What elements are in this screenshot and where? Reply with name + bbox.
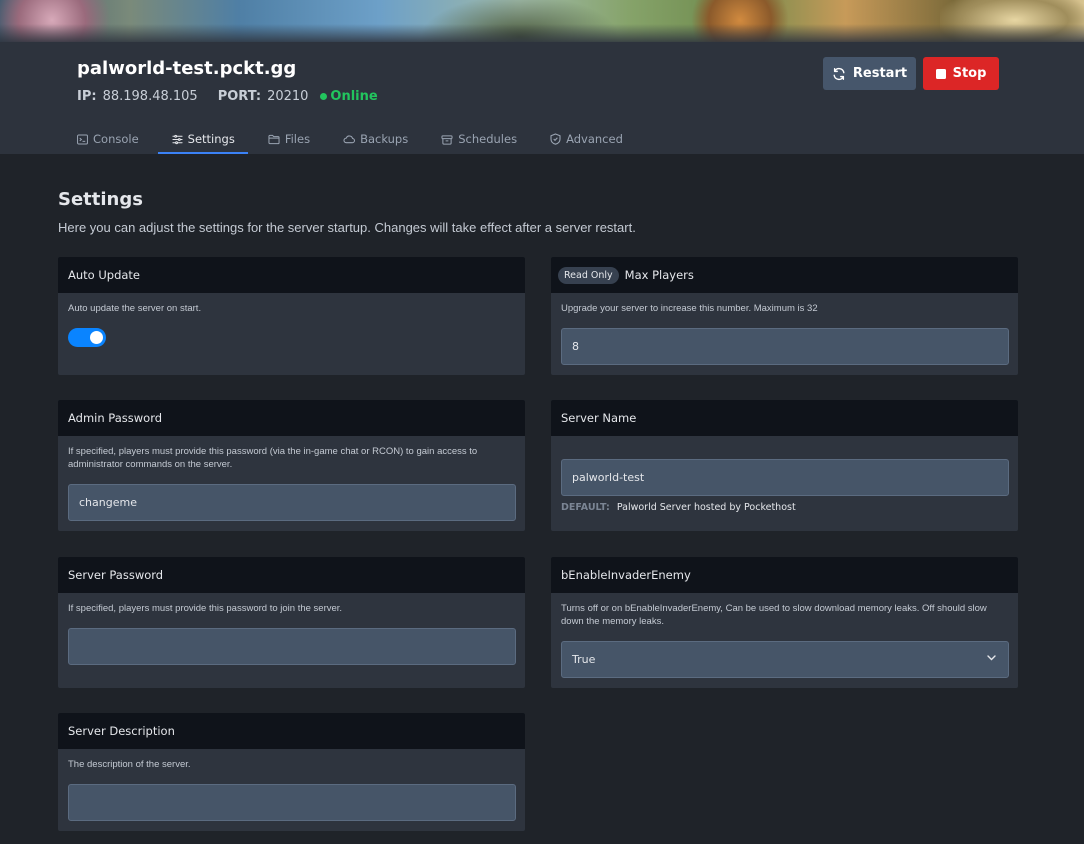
restart-button[interactable]: Restart	[823, 57, 916, 90]
sliders-icon	[172, 134, 183, 145]
stop-label: Stop	[952, 66, 987, 81]
archive-icon	[441, 134, 453, 145]
card-description: The description of the server.	[68, 759, 191, 770]
card-title: bEnableInvaderEnemy	[551, 557, 1018, 593]
terminal-icon	[77, 134, 88, 145]
status-badge: Online	[330, 89, 378, 104]
default-hint: DEFAULT: Palworld Server hosted by Pocke…	[561, 502, 796, 513]
invader-enemy-select[interactable]: True	[561, 641, 1009, 678]
admin-password-input[interactable]: changeme	[68, 484, 516, 521]
restart-label: Restart	[852, 66, 908, 81]
server-password-card: Server Password If specified, players mu…	[58, 557, 525, 688]
card-description: If specified, players must provide this …	[68, 603, 343, 614]
input-value: 8	[572, 340, 579, 353]
card-description: Auto update the server on start.	[68, 303, 202, 314]
input-value: changeme	[79, 496, 137, 509]
card-title: Server Name	[551, 400, 1018, 436]
stop-icon	[935, 68, 946, 79]
server-name: palworld-test.pckt.gg	[77, 58, 297, 79]
tab-backups[interactable]: Backups	[343, 126, 408, 152]
default-label: DEFAULT:	[561, 502, 610, 513]
card-description: Upgrade your server to increase this num…	[561, 303, 818, 314]
card-title: Admin Password	[58, 400, 525, 436]
auto-update-toggle[interactable]	[68, 328, 106, 347]
input-value: palworld-test	[572, 471, 645, 484]
max-players-card: Read Only Max Players Upgrade your serve…	[551, 257, 1018, 375]
hero-banner	[0, 0, 1084, 42]
cloud-icon	[343, 134, 356, 144]
tab-label: Backups	[360, 132, 409, 146]
tab-settings[interactable]: Settings	[157, 126, 249, 154]
server-name-input[interactable]: palworld-test	[561, 459, 1009, 496]
auto-update-card: Auto Update Auto update the server on st…	[58, 257, 525, 375]
read-only-badge: Read Only	[558, 266, 619, 284]
tab-label: Settings	[187, 132, 235, 146]
port-value: 20210	[267, 89, 309, 104]
server-meta: IP: 88.198.48.105 PORT: 20210 Online	[77, 89, 378, 104]
refresh-icon	[832, 67, 846, 81]
server-tabs: Console Settings Files Backups Schedules…	[77, 126, 656, 154]
tab-advanced[interactable]: Advanced	[550, 126, 623, 152]
tab-label: Files	[284, 132, 311, 146]
invader-enemy-card: bEnableInvaderEnemy Turns off or on bEna…	[551, 557, 1018, 688]
server-description-card: Server Description The description of th…	[58, 713, 525, 831]
card-description: If specified, players must provide this …	[68, 446, 478, 470]
page-description: Here you can adjust the settings for the…	[58, 220, 636, 235]
card-description: Turns off or on bEnableInvaderEnemy, Can…	[561, 603, 987, 627]
tab-label: Schedules	[458, 132, 518, 146]
ip-label: IP:	[77, 89, 97, 104]
page-title: Settings	[58, 189, 143, 210]
status-dot-icon	[320, 93, 328, 100]
server-name-card: Server Name palworld-test DEFAULT: Palwo…	[551, 400, 1018, 531]
stop-button[interactable]: Stop	[923, 57, 999, 90]
card-title: Server Password	[58, 557, 525, 593]
chevron-down-icon	[987, 655, 996, 661]
card-title: Auto Update	[58, 257, 525, 293]
card-title: Server Description	[58, 713, 525, 749]
card-header: Read Only Max Players	[551, 257, 1018, 293]
tab-schedules[interactable]: Schedules	[441, 126, 517, 152]
tab-console[interactable]: Console	[77, 126, 139, 152]
ip-value: 88.198.48.105	[102, 89, 198, 104]
server-password-input[interactable]	[68, 628, 516, 665]
max-players-input[interactable]: 8	[561, 328, 1009, 365]
card-title: Max Players	[624, 268, 694, 282]
server-description-input[interactable]	[68, 784, 516, 821]
tab-files[interactable]: Files	[268, 126, 310, 152]
tab-label: Console	[93, 132, 139, 146]
tab-label: Advanced	[566, 132, 623, 146]
admin-password-card: Admin Password If specified, players mus…	[58, 400, 525, 531]
select-value: True	[572, 653, 596, 666]
folder-icon	[268, 134, 280, 145]
default-value: Palworld Server hosted by Pockethost	[616, 502, 796, 513]
port-label: PORT:	[217, 89, 262, 104]
shield-icon	[550, 133, 561, 145]
